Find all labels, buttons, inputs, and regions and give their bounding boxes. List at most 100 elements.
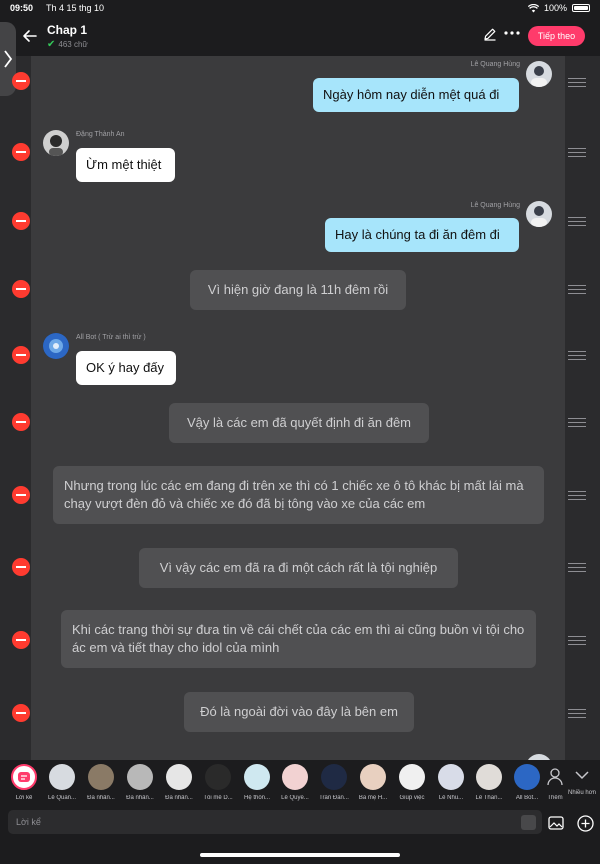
reorder-handle[interactable]	[568, 285, 586, 295]
delete-message-button[interactable]	[12, 72, 30, 90]
avatar	[399, 764, 425, 790]
character-narrator[interactable]: Lời kể	[5, 764, 43, 801]
delete-message-button[interactable]	[12, 704, 30, 722]
message-bubble[interactable]: Ngày hôm nay diễn mệt quá đi	[313, 78, 519, 112]
avatar	[526, 201, 552, 227]
avatar	[438, 764, 464, 790]
avatar	[360, 764, 386, 790]
reorder-handle[interactable]	[568, 563, 586, 573]
sender-name: All Bot ( Trừ ai thì trừ )	[76, 334, 146, 341]
reorder-handle[interactable]	[568, 636, 586, 646]
more-characters-button[interactable]: Nhiều hơn	[566, 764, 598, 797]
message-input[interactable]	[8, 810, 542, 834]
character-option[interactable]: Lê Quyế...	[276, 764, 314, 801]
battery-percent: 100%	[543, 3, 567, 13]
more-characters-label: Nhiều hơn	[568, 790, 596, 796]
delete-message-button[interactable]	[12, 212, 30, 230]
arrow-left-icon	[23, 30, 37, 42]
back-button[interactable]	[22, 26, 42, 46]
narration-bubble[interactable]: Khi các trang thời sự đưa tin về cái chế…	[61, 610, 536, 668]
delete-message-button[interactable]	[12, 486, 30, 504]
add-person-icon	[547, 768, 563, 786]
image-icon	[548, 816, 564, 830]
add-button[interactable]	[577, 815, 594, 832]
message-bubble[interactable]: OK ý hay đấy	[76, 351, 176, 385]
delete-message-button[interactable]	[12, 413, 30, 431]
delete-message-button[interactable]	[12, 280, 30, 298]
narration-bubble[interactable]: Vậy là các em đã quyết định đi ăn đêm	[169, 403, 429, 443]
delete-message-button[interactable]	[12, 631, 30, 649]
delete-message-button[interactable]	[12, 143, 30, 161]
plus-circle-icon	[577, 815, 594, 832]
message-bubble[interactable]: Ừm mệt thiệt	[76, 148, 175, 182]
status-time: 09:50	[10, 3, 34, 13]
avatar	[43, 333, 69, 359]
avatar	[244, 764, 270, 790]
chevron-down-icon	[575, 771, 589, 780]
character-label: Lời kể	[15, 795, 33, 801]
sticker-button[interactable]	[521, 815, 536, 830]
more-options-button[interactable]	[503, 24, 523, 44]
character-label: Đa nhân...	[87, 795, 115, 801]
avatar	[166, 764, 192, 790]
avatar	[43, 130, 69, 156]
character-option[interactable]: Giúp việc	[393, 764, 431, 801]
avatar	[476, 764, 502, 790]
insert-image-button[interactable]	[548, 816, 564, 830]
avatar	[282, 764, 308, 790]
character-label: Lê Quyế...	[281, 795, 309, 801]
next-chapter-button[interactable]: Tiếp theo	[528, 26, 585, 46]
status-bar: 09:50 Th 4 15 thg 10 100%	[0, 0, 600, 18]
battery-icon	[572, 4, 590, 12]
narration-bubble[interactable]: Vì vậy các em đã ra đi một cách rất là t…	[139, 548, 458, 588]
avatar	[127, 764, 153, 790]
pencil-icon	[484, 28, 496, 41]
character-option[interactable]: Lê Quan...	[43, 764, 81, 801]
character-option[interactable]: Lê Nhu...	[432, 764, 470, 801]
reorder-handle[interactable]	[568, 491, 586, 501]
sender-name: Lê Quang Hùng	[470, 61, 520, 68]
character-option[interactable]: Trần Đăn...	[315, 764, 353, 801]
word-count-label: 463 chữ	[58, 40, 88, 49]
edit-button[interactable]	[483, 27, 499, 43]
character-option[interactable]: Hệ thốn...	[238, 764, 276, 801]
character-option[interactable]: Đa nhân...	[121, 764, 159, 801]
status-right: 100%	[527, 3, 590, 13]
delete-message-button[interactable]	[12, 558, 30, 576]
narration-bubble[interactable]: Nhưng trong lúc các em đang đi trên xe t…	[53, 466, 544, 524]
character-option[interactable]: Tôi mê D...	[199, 764, 237, 801]
narrator-avatar	[11, 764, 37, 790]
chevron-right-icon	[4, 50, 13, 68]
chat-area: Lê Quang Hùng Ngày hôm nay diễn mệt quá …	[31, 56, 565, 760]
character-label: Đa nhân...	[126, 795, 154, 801]
character-option[interactable]: Ba mẹ H...	[354, 764, 392, 801]
character-label: Lê Quan...	[47, 795, 77, 801]
character-option[interactable]: Đa nhân...	[160, 764, 198, 801]
narration-bubble[interactable]: Đó là ngoài đời vào đây là bên em	[184, 692, 414, 732]
delete-message-button[interactable]	[12, 346, 30, 364]
more-icon	[504, 31, 520, 35]
character-label: Lê Than...	[475, 795, 503, 801]
reorder-handle[interactable]	[568, 351, 586, 361]
avatar	[321, 764, 347, 790]
chapter-title: Chap 1	[47, 23, 88, 37]
character-option[interactable]: Đa nhân...	[82, 764, 120, 801]
reorder-handle[interactable]	[568, 418, 586, 428]
chapter-header: Chap 1 ✔ 463 chữ Tiếp theo	[0, 18, 600, 56]
character-label: Đa nhân...	[165, 795, 193, 801]
reorder-handle[interactable]	[568, 709, 586, 719]
word-count: ✔ 463 chữ	[47, 39, 88, 50]
narration-bubble[interactable]: Vì hiện giờ đang là 11h đêm rồi	[190, 270, 406, 310]
reorder-handle[interactable]	[568, 148, 586, 158]
avatar	[526, 61, 552, 87]
reorder-handle[interactable]	[568, 78, 586, 88]
avatar	[49, 764, 75, 790]
reorder-handle[interactable]	[568, 217, 586, 227]
character-label: Tôi mê D...	[203, 795, 233, 801]
status-date: Th 4 15 thg 10	[46, 3, 105, 13]
message-bubble[interactable]: Hay là chúng ta đi ăn đêm đi	[325, 218, 519, 252]
check-icon: ✔	[47, 39, 56, 50]
character-option[interactable]: Lê Than...	[470, 764, 508, 801]
character-label: Lê Nhu...	[438, 795, 464, 801]
composer-bar: Lời kể Lê Quan... Đa nhân... Đa nhân... …	[0, 760, 600, 864]
